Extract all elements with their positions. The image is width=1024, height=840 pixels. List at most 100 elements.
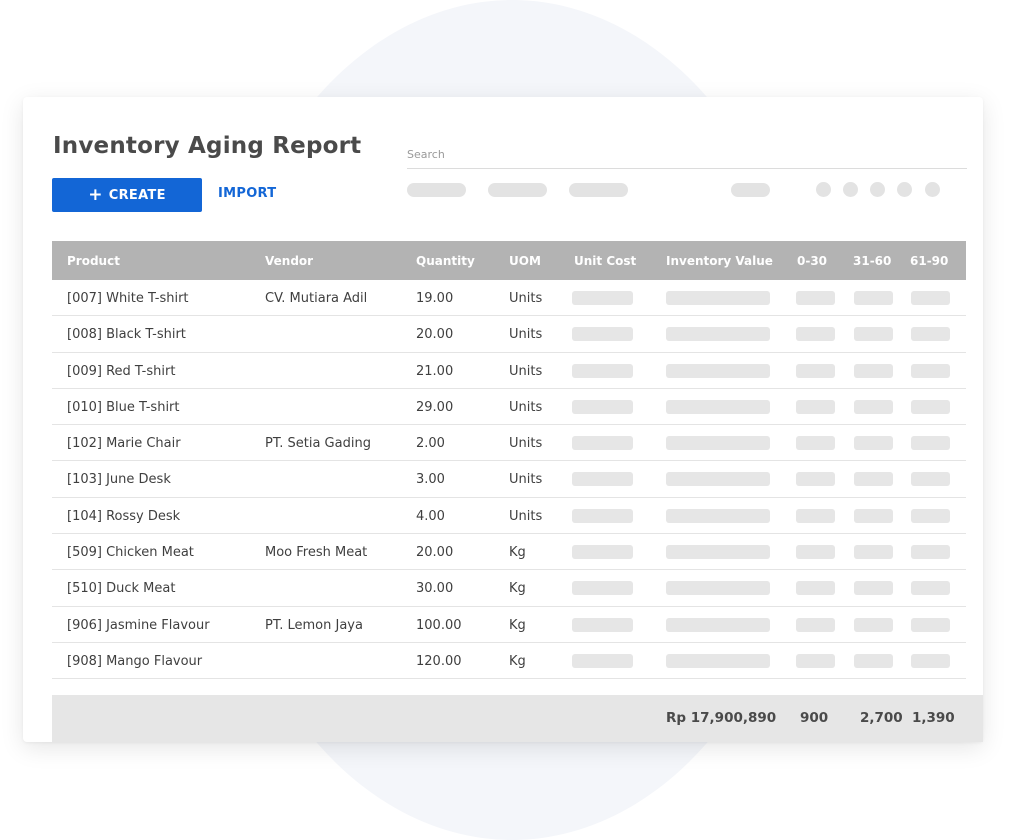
- cell-product: [906] Jasmine Flavour: [67, 617, 210, 633]
- cell-product: [009] Red T-shirt: [67, 363, 176, 379]
- cell-vendor: PT. Setia Gading: [265, 436, 371, 452]
- total-age-61-90: 1,390: [912, 710, 955, 726]
- column-header-vendor[interactable]: Vendor: [265, 254, 313, 268]
- age-0-30-placeholder: [796, 472, 835, 487]
- filter-placeholder-1[interactable]: [407, 183, 466, 197]
- import-button[interactable]: IMPORT: [218, 186, 276, 201]
- age-0-30-placeholder: [796, 617, 835, 632]
- column-header-unit-cost[interactable]: Unit Cost: [574, 254, 636, 268]
- cell-quantity: 29.00: [416, 399, 454, 415]
- inventory-value-placeholder: [666, 617, 770, 632]
- table-row[interactable]: [509] Chicken Meat Moo Fresh Meat 20.00 Kg: [52, 534, 966, 571]
- inventory-value-placeholder: [666, 399, 770, 414]
- age-31-60-placeholder: [854, 617, 893, 632]
- cell-quantity: 30.00: [416, 581, 454, 597]
- column-header-quantity[interactable]: Quantity: [416, 254, 475, 268]
- column-header-product[interactable]: Product: [67, 254, 120, 268]
- table-row[interactable]: [102] Marie Chair PT. Setia Gading 2.00 Uni…: [52, 425, 966, 462]
- cell-product: [102] Marie Chair: [67, 436, 181, 452]
- table-row[interactable]: [906] Jasmine Flavour PT. Lemon Jaya 100.0…: [52, 607, 966, 643]
- table-row[interactable]: [010] Blue T-shirt 29.00 Units: [52, 389, 966, 426]
- age-61-90-placeholder: [911, 472, 950, 487]
- age-0-30-placeholder: [796, 653, 835, 668]
- cell-vendor: Moo Fresh Meat: [265, 545, 368, 561]
- table-row[interactable]: [908] Mango Flavour 120.00 Kg: [52, 643, 966, 680]
- report-card: Inventory Aging Report + CREATE IMPORT P…: [23, 97, 983, 742]
- age-31-60-placeholder: [854, 581, 893, 596]
- age-61-90-placeholder: [911, 653, 950, 668]
- total-age-0-30: 900: [800, 710, 829, 726]
- table-footer-totals: Rp 17,900,890 900 2,700 1,390: [52, 695, 983, 742]
- page-title: Inventory Aging Report: [53, 133, 362, 159]
- age-0-30-placeholder: [796, 545, 835, 560]
- inventory-value-placeholder: [666, 436, 770, 451]
- cell-vendor: CV. Mutiara Adil: [265, 291, 368, 306]
- cell-quantity: 4.00: [416, 508, 445, 524]
- age-61-90-placeholder: [911, 545, 950, 560]
- inventory-value-placeholder: [666, 291, 770, 305]
- column-header-age-61-90[interactable]: 61-90: [910, 254, 948, 268]
- column-header-age-31-60[interactable]: 31-60: [853, 254, 891, 268]
- inventory-value-placeholder: [666, 581, 770, 596]
- view-toggle-placeholder-1[interactable]: [816, 182, 831, 197]
- cell-quantity: 19.00: [416, 291, 454, 306]
- cell-uom: Units: [509, 363, 543, 379]
- total-age-31-60: 2,700: [860, 710, 903, 726]
- age-0-30-placeholder: [796, 399, 835, 414]
- cell-quantity: 21.00: [416, 363, 454, 379]
- unit-cost-placeholder: [572, 291, 633, 305]
- create-button[interactable]: + CREATE: [52, 178, 202, 212]
- age-31-60-placeholder: [854, 327, 893, 342]
- age-61-90-placeholder: [911, 436, 950, 451]
- cell-quantity: 2.00: [416, 436, 445, 452]
- inventory-value-placeholder: [666, 508, 770, 523]
- table-row[interactable]: [510] Duck Meat 30.00 Kg: [52, 570, 966, 607]
- table-row[interactable]: [103] June Desk 3.00 Units: [52, 461, 966, 498]
- inventory-value-placeholder: [666, 327, 770, 342]
- age-61-90-placeholder: [911, 363, 950, 378]
- view-toggle-placeholder-5[interactable]: [925, 182, 940, 197]
- table-row[interactable]: [009] Red T-shirt 21.00 Units: [52, 353, 966, 389]
- age-31-60-placeholder: [854, 508, 893, 523]
- view-toggle-placeholder-3[interactable]: [870, 182, 885, 197]
- cell-vendor: PT. Lemon Jaya: [265, 617, 363, 633]
- unit-cost-placeholder: [572, 508, 633, 523]
- age-31-60-placeholder: [854, 399, 893, 414]
- age-0-30-placeholder: [796, 581, 835, 596]
- age-61-90-placeholder: [911, 399, 950, 414]
- filter-placeholder-2[interactable]: [488, 183, 547, 197]
- cell-product: [908] Mango Flavour: [67, 653, 203, 669]
- column-header-inventory-value[interactable]: Inventory Value: [666, 254, 773, 268]
- inventory-value-placeholder: [666, 653, 770, 668]
- column-header-age-0-30[interactable]: 0-30: [797, 254, 827, 268]
- unit-cost-placeholder: [572, 472, 633, 487]
- inventory-value-placeholder: [666, 545, 770, 560]
- age-31-60-placeholder: [854, 472, 893, 487]
- age-0-30-placeholder: [796, 291, 835, 305]
- unit-cost-placeholder: [572, 327, 633, 342]
- cell-product: [104] Rossy Desk: [67, 508, 181, 524]
- pager-placeholder[interactable]: [731, 183, 770, 197]
- table-row[interactable]: [008] Black T-shirt 20.00 Units: [52, 316, 966, 353]
- cell-uom: Kg: [509, 581, 526, 597]
- unit-cost-placeholder: [572, 581, 633, 596]
- cell-product: [509] Chicken Meat: [67, 545, 194, 561]
- view-toggle-placeholder-4[interactable]: [897, 182, 912, 197]
- unit-cost-placeholder: [572, 653, 633, 668]
- age-61-90-placeholder: [911, 581, 950, 596]
- table-row[interactable]: [007] White T-shirt CV. Mutiara Adil 19.00…: [52, 280, 966, 317]
- age-0-30-placeholder: [796, 363, 835, 378]
- cell-uom: Units: [509, 327, 543, 343]
- cell-product: [510] Duck Meat: [67, 581, 176, 597]
- age-31-60-placeholder: [854, 363, 893, 378]
- age-31-60-placeholder: [854, 653, 893, 668]
- column-header-uom[interactable]: UOM: [509, 254, 541, 268]
- cell-uom: Units: [509, 436, 543, 452]
- cell-quantity: 20.00: [416, 545, 454, 561]
- cell-uom: Units: [509, 291, 543, 306]
- unit-cost-placeholder: [572, 545, 633, 560]
- search-input[interactable]: [407, 141, 967, 169]
- filter-placeholder-3[interactable]: [569, 183, 628, 197]
- table-row[interactable]: [104] Rossy Desk 4.00 Units: [52, 498, 966, 535]
- view-toggle-placeholder-2[interactable]: [843, 182, 858, 197]
